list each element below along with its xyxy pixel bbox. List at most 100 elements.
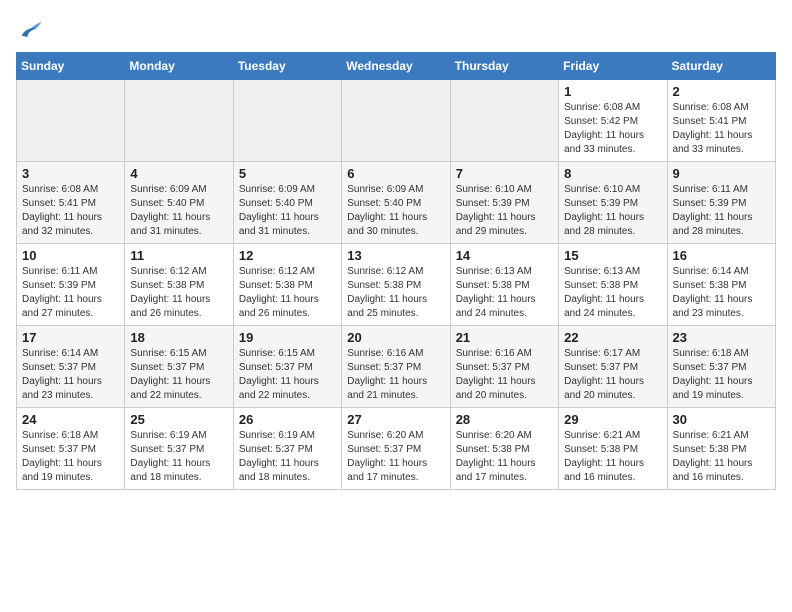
calendar-week-row: 1 Sunrise: 6:08 AMSunset: 5:42 PMDaylight…	[17, 80, 776, 162]
calendar-cell: 30Sunrise: 6:21 AMSunset: 5:38 PMDayligh…	[667, 408, 775, 490]
day-info: Sunrise: 6:20 AMSunset: 5:37 PMDaylight:…	[347, 429, 444, 485]
calendar-cell: 14 Sunrise: 6:13 AMSunset: 5:38 PMDayligh…	[450, 244, 558, 326]
calendar-cell: 24 Sunrise: 6:18 AMSunset: 5:37 PMDayligh…	[17, 408, 125, 490]
day-info: Sunrise: 6:13 AMSunset: 5:38 PMDaylight:…	[564, 265, 661, 321]
calendar-table: SundayMondayTuesdayWednesdayThursdayFrid…	[16, 52, 776, 490]
calendar-cell: 11 Sunrise: 6:12 AMSunset: 5:38 PMDayligh…	[125, 244, 233, 326]
day-info: Sunrise: 6:08 AMSunset: 5:42 PMDaylight:…	[564, 101, 661, 157]
logo	[16, 16, 48, 44]
day-info: Sunrise: 6:11 AMSunset: 5:39 PMDaylight:…	[22, 265, 119, 321]
day-info: Sunrise: 6:16 AMSunset: 5:37 PMDaylight:…	[456, 347, 553, 403]
day-info: Sunrise: 6:13 AMSunset: 5:38 PMDaylight:…	[456, 265, 553, 321]
day-info: Sunrise: 6:18 AMSunset: 5:37 PMDaylight:…	[673, 347, 770, 403]
day-info: Sunrise: 6:21 AMSunset: 5:38 PMDaylight:…	[564, 429, 661, 485]
calendar-cell: 9 Sunrise: 6:11 AMSunset: 5:39 PMDaylight…	[667, 162, 775, 244]
day-number: 13	[347, 248, 444, 263]
calendar-header-saturday: Saturday	[667, 53, 775, 80]
day-info: Sunrise: 6:14 AMSunset: 5:38 PMDaylight:…	[673, 265, 770, 321]
day-number: 26	[239, 412, 336, 427]
page-header	[16, 16, 776, 44]
day-number: 5	[239, 166, 336, 181]
calendar-header-wednesday: Wednesday	[342, 53, 450, 80]
day-number: 12	[239, 248, 336, 263]
calendar-cell: 1 Sunrise: 6:08 AMSunset: 5:42 PMDaylight…	[559, 80, 667, 162]
day-info: Sunrise: 6:10 AMSunset: 5:39 PMDaylight:…	[456, 183, 553, 239]
calendar-cell: 23 Sunrise: 6:18 AMSunset: 5:37 PMDayligh…	[667, 326, 775, 408]
calendar-cell: 28 Sunrise: 6:20 AMSunset: 5:38 PMDayligh…	[450, 408, 558, 490]
day-info: Sunrise: 6:14 AMSunset: 5:37 PMDaylight:…	[22, 347, 119, 403]
day-info: Sunrise: 6:09 AMSunset: 5:40 PMDaylight:…	[130, 183, 227, 239]
day-number: 19	[239, 330, 336, 345]
calendar-week-row: 3 Sunrise: 6:08 AMSunset: 5:41 PMDaylight…	[17, 162, 776, 244]
day-info: Sunrise: 6:16 AMSunset: 5:37 PMDaylight:…	[347, 347, 444, 403]
calendar-cell: 27 Sunrise: 6:20 AMSunset: 5:37 PMDayligh…	[342, 408, 450, 490]
day-number: 7	[456, 166, 553, 181]
calendar-cell: 5 Sunrise: 6:09 AMSunset: 5:40 PMDaylight…	[233, 162, 341, 244]
calendar-cell: 13 Sunrise: 6:12 AMSunset: 5:38 PMDayligh…	[342, 244, 450, 326]
day-info: Sunrise: 6:17 AMSunset: 5:37 PMDaylight:…	[564, 347, 661, 403]
day-info: Sunrise: 6:15 AMSunset: 5:37 PMDaylight:…	[239, 347, 336, 403]
day-info: Sunrise: 6:19 AMSunset: 5:37 PMDaylight:…	[239, 429, 336, 485]
day-number: 25	[130, 412, 227, 427]
day-number: 22	[564, 330, 661, 345]
calendar-cell: 4 Sunrise: 6:09 AMSunset: 5:40 PMDaylight…	[125, 162, 233, 244]
calendar-cell	[342, 80, 450, 162]
logo-bird-icon	[16, 16, 44, 44]
day-number: 21	[456, 330, 553, 345]
calendar-cell: 16 Sunrise: 6:14 AMSunset: 5:38 PMDayligh…	[667, 244, 775, 326]
calendar-header-thursday: Thursday	[450, 53, 558, 80]
day-number: 16	[673, 248, 770, 263]
day-info: Sunrise: 6:09 AMSunset: 5:40 PMDaylight:…	[239, 183, 336, 239]
day-number: 2	[673, 84, 770, 99]
day-number: 1	[564, 84, 661, 99]
calendar-cell: 6 Sunrise: 6:09 AMSunset: 5:40 PMDaylight…	[342, 162, 450, 244]
day-info: Sunrise: 6:12 AMSunset: 5:38 PMDaylight:…	[239, 265, 336, 321]
day-number: 23	[673, 330, 770, 345]
day-info: Sunrise: 6:12 AMSunset: 5:38 PMDaylight:…	[347, 265, 444, 321]
calendar-cell: 8Sunrise: 6:10 AMSunset: 5:39 PMDaylight…	[559, 162, 667, 244]
day-number: 14	[456, 248, 553, 263]
day-info: Sunrise: 6:20 AMSunset: 5:38 PMDaylight:…	[456, 429, 553, 485]
day-number: 10	[22, 248, 119, 263]
day-number: 15	[564, 248, 661, 263]
calendar-cell: 12 Sunrise: 6:12 AMSunset: 5:38 PMDayligh…	[233, 244, 341, 326]
calendar-week-row: 10 Sunrise: 6:11 AMSunset: 5:39 PMDayligh…	[17, 244, 776, 326]
calendar-cell	[450, 80, 558, 162]
calendar-header-monday: Monday	[125, 53, 233, 80]
day-info: Sunrise: 6:08 AMSunset: 5:41 PMDaylight:…	[22, 183, 119, 239]
calendar-cell: 17 Sunrise: 6:14 AMSunset: 5:37 PMDayligh…	[17, 326, 125, 408]
calendar-week-row: 24 Sunrise: 6:18 AMSunset: 5:37 PMDayligh…	[17, 408, 776, 490]
calendar-cell: 3 Sunrise: 6:08 AMSunset: 5:41 PMDaylight…	[17, 162, 125, 244]
day-info: Sunrise: 6:12 AMSunset: 5:38 PMDaylight:…	[130, 265, 227, 321]
day-info: Sunrise: 6:21 AMSunset: 5:38 PMDaylight:…	[673, 429, 770, 485]
day-info: Sunrise: 6:10 AMSunset: 5:39 PMDaylight:…	[564, 183, 661, 239]
day-number: 18	[130, 330, 227, 345]
day-number: 29	[564, 412, 661, 427]
day-info: Sunrise: 6:15 AMSunset: 5:37 PMDaylight:…	[130, 347, 227, 403]
calendar-cell: 22 Sunrise: 6:17 AMSunset: 5:37 PMDayligh…	[559, 326, 667, 408]
day-number: 4	[130, 166, 227, 181]
day-number: 28	[456, 412, 553, 427]
day-info: Sunrise: 6:19 AMSunset: 5:37 PMDaylight:…	[130, 429, 227, 485]
day-number: 27	[347, 412, 444, 427]
calendar-cell: 19 Sunrise: 6:15 AMSunset: 5:37 PMDayligh…	[233, 326, 341, 408]
calendar-cell: 7 Sunrise: 6:10 AMSunset: 5:39 PMDaylight…	[450, 162, 558, 244]
calendar-cell: 25 Sunrise: 6:19 AMSunset: 5:37 PMDayligh…	[125, 408, 233, 490]
day-number: 24	[22, 412, 119, 427]
calendar-header-friday: Friday	[559, 53, 667, 80]
day-number: 6	[347, 166, 444, 181]
calendar-week-row: 17 Sunrise: 6:14 AMSunset: 5:37 PMDayligh…	[17, 326, 776, 408]
day-number: 3	[22, 166, 119, 181]
calendar-cell: 26 Sunrise: 6:19 AMSunset: 5:37 PMDayligh…	[233, 408, 341, 490]
day-info: Sunrise: 6:08 AMSunset: 5:41 PMDaylight:…	[673, 101, 770, 157]
day-number: 11	[130, 248, 227, 263]
calendar-cell: 15 Sunrise: 6:13 AMSunset: 5:38 PMDayligh…	[559, 244, 667, 326]
calendar-header-sunday: Sunday	[17, 53, 125, 80]
calendar-cell: 29 Sunrise: 6:21 AMSunset: 5:38 PMDayligh…	[559, 408, 667, 490]
day-info: Sunrise: 6:11 AMSunset: 5:39 PMDaylight:…	[673, 183, 770, 239]
day-info: Sunrise: 6:09 AMSunset: 5:40 PMDaylight:…	[347, 183, 444, 239]
day-number: 9	[673, 166, 770, 181]
day-number: 17	[22, 330, 119, 345]
day-info: Sunrise: 6:18 AMSunset: 5:37 PMDaylight:…	[22, 429, 119, 485]
calendar-cell: 20Sunrise: 6:16 AMSunset: 5:37 PMDayligh…	[342, 326, 450, 408]
